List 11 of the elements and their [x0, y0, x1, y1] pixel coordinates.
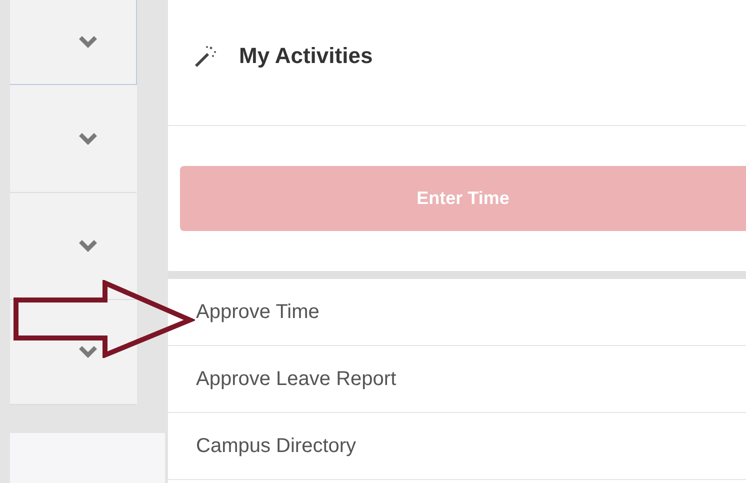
- activity-link[interactable]: Approve Time: [168, 279, 746, 346]
- sidebar-panel[interactable]: [10, 300, 137, 405]
- activity-link[interactable]: Approve Leave Report: [168, 346, 746, 413]
- chevron-down-icon[interactable]: [78, 132, 98, 146]
- chevron-down-icon[interactable]: [78, 239, 98, 253]
- activity-link[interactable]: Campus Directory: [168, 413, 746, 480]
- chevron-down-icon[interactable]: [78, 35, 98, 49]
- sidebar-panel[interactable]: [10, 193, 137, 300]
- section-title: My Activities: [239, 42, 373, 68]
- magic-wand-icon: [193, 44, 217, 68]
- chevron-down-icon[interactable]: [78, 345, 98, 359]
